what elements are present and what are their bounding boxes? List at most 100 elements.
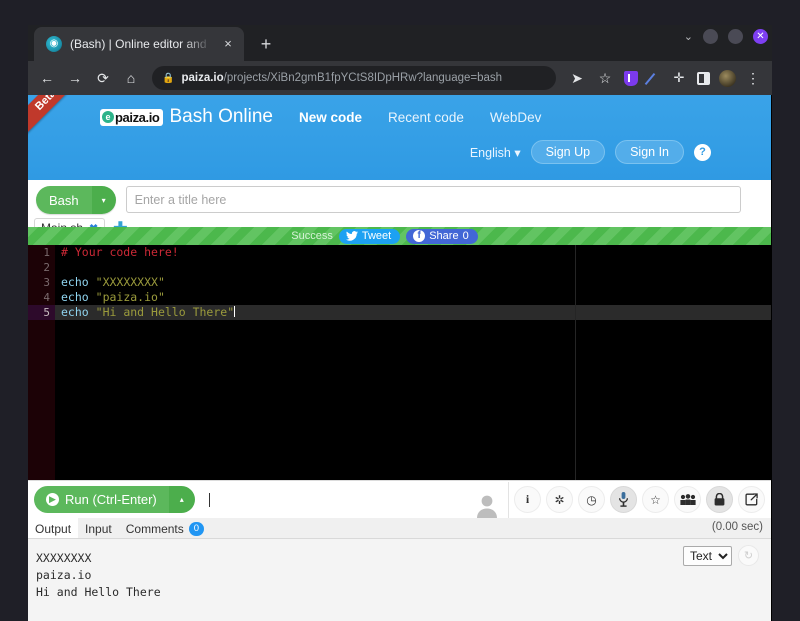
run-button[interactable]: ▶ Run (Ctrl-Enter)	[34, 486, 169, 513]
avatar[interactable]	[465, 481, 509, 518]
code-line[interactable]: echo "XXXXXXXX"	[55, 275, 771, 290]
page-viewport: Beta e paiza.io Bash Online New code Rec…	[28, 95, 772, 621]
tab-output[interactable]: Output	[28, 518, 79, 538]
refresh-icon[interactable]: ↻	[738, 545, 759, 566]
nav-new-code[interactable]: New code	[299, 110, 362, 125]
share-export-icon[interactable]	[738, 486, 765, 513]
window-minimize-button[interactable]	[703, 29, 718, 44]
code-line[interactable]: echo "paiza.io"	[55, 290, 771, 305]
tab-title: (Bash) | Online editor and	[70, 37, 207, 51]
page-content: Beta e paiza.io Bash Online New code Rec…	[28, 95, 771, 621]
address-bar-url: paiza.io/projects/XiBn2gmB1fpYCtS8IDpHRw…	[181, 72, 502, 84]
code-line[interactable]: # Your code here!	[55, 245, 771, 260]
run-button-label: Run (Ctrl-Enter)	[65, 492, 157, 507]
browser-tab[interactable]: ◉ (Bash) | Online editor and ×	[34, 27, 244, 61]
new-tab-button[interactable]: +	[252, 30, 280, 58]
output-panel: XXXXXXXX paiza.io Hi and Hello There Text …	[28, 539, 771, 621]
share-label: Share	[429, 229, 459, 242]
tab-close-icon[interactable]: ×	[220, 36, 236, 52]
text-caret	[234, 306, 236, 317]
sign-in-button[interactable]: Sign In	[615, 140, 684, 164]
send-icon[interactable]: ➤	[564, 65, 590, 91]
code-editor[interactable]: 12345 # Your code here! echo "XXXXXXXX" e…	[28, 245, 771, 480]
users-icon[interactable]	[674, 486, 701, 513]
status-stripe-inner: Success Tweet f Share 0	[291, 228, 478, 244]
star-icon[interactable]: ☆	[642, 486, 669, 513]
chevron-down-icon[interactable]: ⌄	[684, 30, 693, 43]
run-toolbar: ▶ Run (Ctrl-Enter) ▴ i ✲ ◷ ☆	[28, 480, 771, 518]
reload-icon[interactable]: ⟳	[90, 65, 116, 91]
code-token-cmt: # Your code here!	[61, 245, 179, 259]
run-button-group: ▶ Run (Ctrl-Enter) ▴	[34, 486, 195, 513]
play-icon: ▶	[46, 493, 59, 506]
address-bar[interactable]: 🔒 paiza.io/projects/XiBn2gmB1fpYCtS8IDpH…	[152, 66, 556, 90]
back-icon[interactable]: ←	[34, 65, 60, 91]
forward-icon[interactable]: →	[62, 65, 88, 91]
language-selector[interactable]: English ▾	[470, 145, 521, 160]
nav-webdev[interactable]: WebDev	[490, 110, 542, 125]
avatar-icon	[476, 495, 497, 518]
paiza-logo-text: paiza.io	[115, 109, 160, 125]
nav-recent-code[interactable]: Recent code	[388, 110, 464, 125]
output-line: paiza.io	[36, 568, 92, 582]
window-maximize-button[interactable]	[728, 29, 743, 44]
editor-header-row: Bash ▾	[28, 186, 771, 214]
output-lines: XXXXXXXX paiza.io Hi and Hello There	[36, 550, 771, 601]
tweet-button[interactable]: Tweet	[338, 228, 401, 244]
puzzle-icon[interactable]: ✛	[668, 67, 690, 89]
page-title: Bash Online	[169, 106, 273, 127]
line-number: 2	[43, 261, 50, 274]
output-line: Hi and Hello There	[36, 585, 161, 599]
paiza-logo-mark: e	[102, 111, 114, 123]
home-icon[interactable]: ⌂	[118, 65, 144, 91]
help-icon[interactable]: ?	[694, 143, 711, 161]
paiza-logo[interactable]: e paiza.io	[100, 108, 164, 126]
panel-icon[interactable]	[692, 67, 714, 89]
microphone-icon[interactable]	[610, 486, 637, 513]
chevron-down-icon[interactable]: ▾	[91, 186, 116, 214]
text-caret	[208, 492, 210, 507]
bookmark-star-icon[interactable]: ☆	[592, 65, 618, 91]
line-number: 5	[28, 305, 55, 320]
browser-menu-icon[interactable]: ⋮	[740, 65, 766, 91]
site-auth-row: English ▾ Sign Up Sign In ?	[28, 128, 771, 164]
tab-comments[interactable]: Comments 0	[119, 518, 211, 538]
clock-icon[interactable]: ◷	[578, 486, 605, 513]
paiza-favicon-icon: ◉	[46, 36, 62, 52]
url-domain: paiza.io	[181, 72, 224, 84]
window-close-button[interactable]: ✕	[753, 29, 768, 44]
language-button-group: Bash ▾	[36, 186, 116, 214]
code-line[interactable]: echo "Hi and Hello There"	[55, 305, 771, 320]
facebook-share-button[interactable]: f Share 0	[406, 228, 478, 244]
line-number: 1	[43, 246, 50, 259]
chevron-down-icon: ▾	[514, 145, 521, 160]
sign-up-button[interactable]: Sign Up	[530, 140, 606, 164]
chevron-up-icon[interactable]: ▴	[168, 486, 195, 513]
window-controls: ⌄ ✕	[684, 29, 768, 44]
language-button[interactable]: Bash	[36, 186, 92, 214]
pen-icon[interactable]	[644, 67, 666, 89]
shield-icon[interactable]	[620, 67, 642, 89]
info-icon[interactable]: i	[514, 486, 541, 513]
title-input[interactable]	[125, 186, 741, 213]
line-number-gutter: 1 2 3 45	[28, 245, 55, 480]
lock-icon: 🔒	[162, 72, 175, 84]
gear-icon[interactable]: ✲	[546, 486, 573, 513]
site-brand-row: e paiza.io Bash Online New code Recent c…	[28, 95, 771, 128]
lock-icon[interactable]	[706, 486, 733, 513]
elapsed-time: (0.00 sec)	[711, 521, 763, 533]
profile-avatar[interactable]	[716, 67, 738, 89]
tab-comments-label: Comments	[125, 522, 184, 536]
language-selector-label: English	[469, 145, 511, 160]
code-line[interactable]	[55, 260, 771, 275]
line-number: 4	[43, 291, 50, 304]
output-format-select[interactable]: Text	[683, 545, 732, 566]
facebook-icon: f	[413, 229, 426, 242]
status-stripe: Success Tweet f Share 0	[28, 227, 771, 245]
tab-input[interactable]: Input	[78, 518, 119, 538]
code-token-str: "Hi and Hello There"	[95, 305, 235, 319]
code-lines[interactable]: # Your code here! echo "XXXXXXXX" echo "p…	[55, 245, 771, 480]
